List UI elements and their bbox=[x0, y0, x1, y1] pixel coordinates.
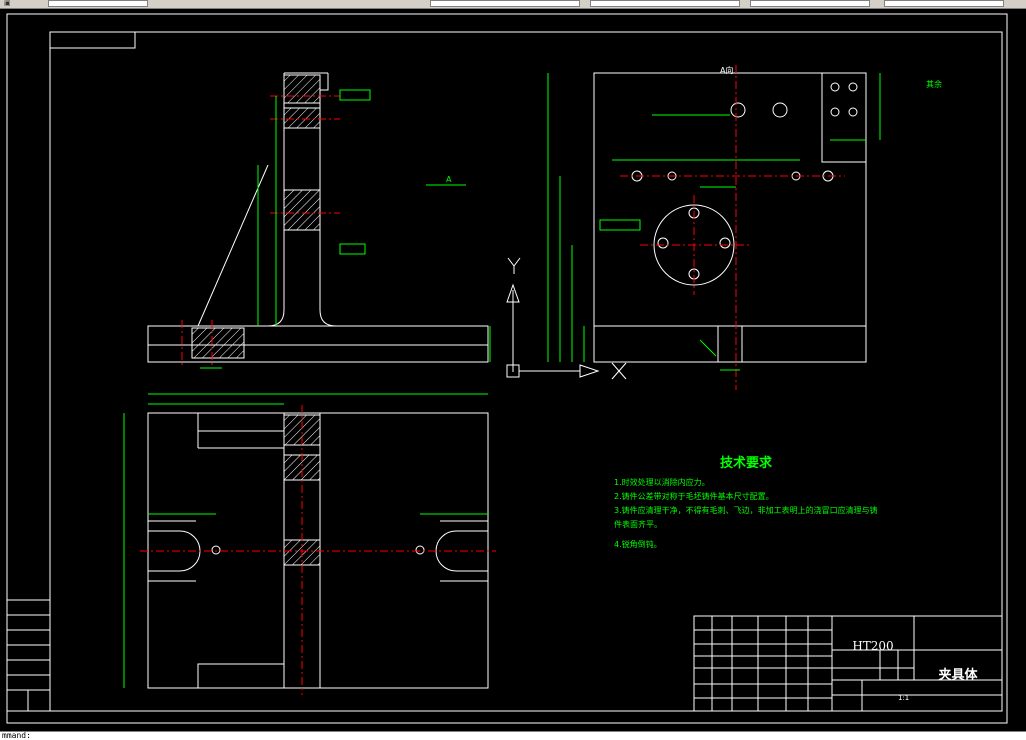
cad-drawing bbox=[6, 13, 1008, 724]
toolbar-combo-plotstyle[interactable] bbox=[884, 0, 1004, 7]
app-icon[interactable]: ▣ bbox=[4, 0, 12, 7]
title-block-scale: 1:1 bbox=[898, 694, 910, 702]
section-marker-label: A bbox=[446, 175, 452, 184]
side-strip-table bbox=[6, 599, 51, 712]
tech-requirement-item: 2.铸件公差带对称于毛坯铸件基本尺寸配置。 bbox=[614, 492, 774, 501]
tech-requirement-item: 件表面齐平。 bbox=[614, 520, 662, 529]
view-a-label: A向 bbox=[720, 66, 734, 75]
drawing-canvas[interactable]: A向 其余 A 技术要求 1.时效处理以消除内应力。 2.铸件公差带对称于毛坯铸… bbox=[0, 9, 1026, 731]
toolbar-combo-lineweight[interactable] bbox=[750, 0, 870, 7]
ucs-icon bbox=[506, 257, 627, 380]
tech-requirement-item: 3.铸件应清理干净，不得有毛刺、飞边，非加工表明上的浇冒口应清理与铸 bbox=[614, 506, 878, 515]
surface-roughness-note: 其余 bbox=[926, 80, 942, 89]
title-block-part-name: 夹具体 bbox=[938, 668, 978, 683]
tech-requirement-item: 4.锐角倒钝。 bbox=[614, 540, 662, 549]
front-view bbox=[147, 72, 489, 363]
toolbar: ▣ bbox=[0, 0, 1026, 9]
corner-box bbox=[49, 31, 136, 49]
toolbar-combo-linetype[interactable] bbox=[590, 0, 740, 7]
toolbar-combo-layer[interactable] bbox=[48, 0, 148, 7]
title-block-material: HT200 bbox=[852, 639, 894, 653]
view-a bbox=[593, 72, 867, 363]
tech-requirement-item: 1.时效处理以消除内应力。 bbox=[614, 478, 710, 487]
front-view-centerlines bbox=[181, 95, 340, 368]
toolbar-combo-style[interactable] bbox=[430, 0, 580, 7]
view-a-dimensions bbox=[547, 73, 881, 371]
tech-requirements-title: 技术要求 bbox=[720, 456, 773, 471]
